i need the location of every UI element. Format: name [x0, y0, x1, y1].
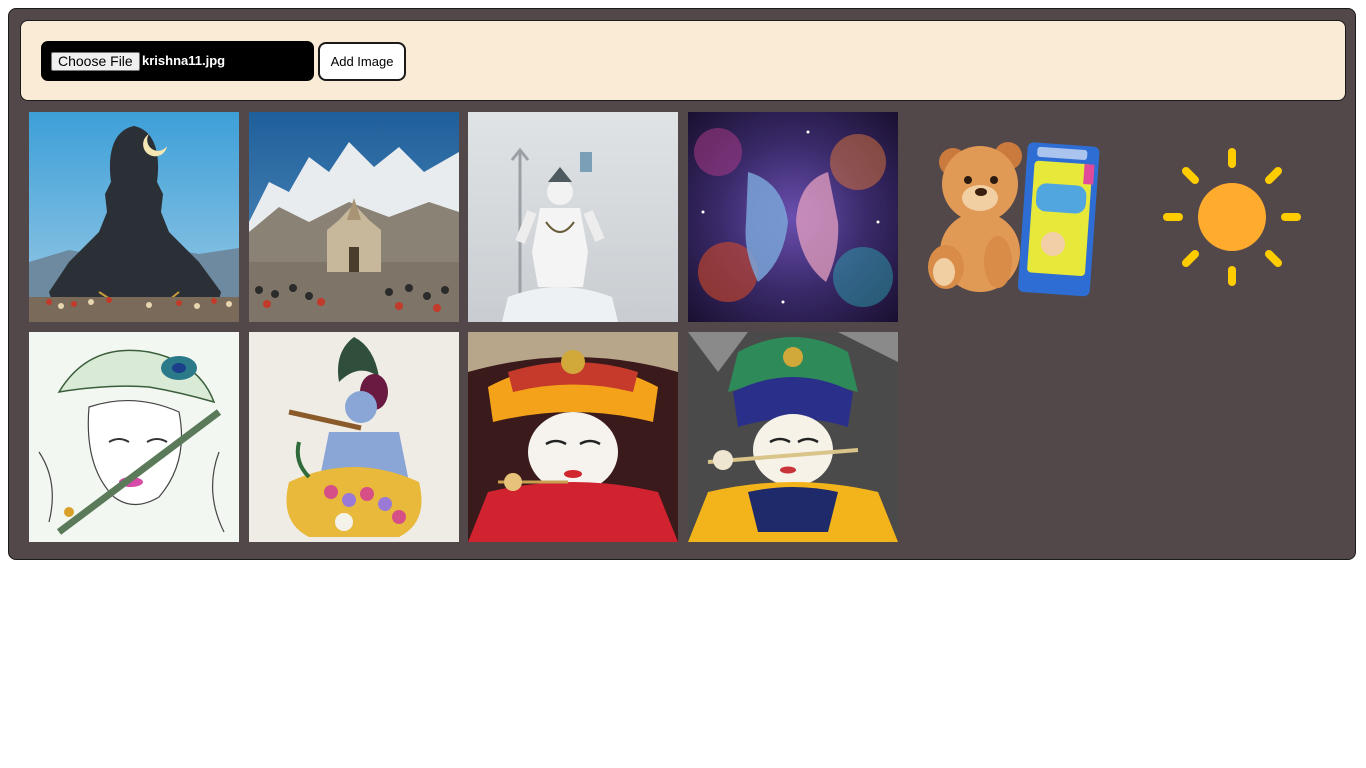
- gallery-image-krishna-idol-orange: [468, 332, 678, 542]
- gallery-image-adiyogi: [29, 112, 239, 322]
- gallery-image-krishna-painting: [249, 332, 459, 542]
- gallery-image-shiva-statue: [468, 112, 678, 322]
- gallery-image-krishna-idol-blue: [688, 332, 898, 542]
- gallery-image-teddy-and-diapers: [908, 112, 1118, 322]
- gallery-image-kedarnath: [249, 112, 459, 322]
- add-image-button[interactable]: Add Image: [318, 42, 406, 81]
- sun-icon: [1163, 148, 1301, 286]
- upload-toolbar: Choose File krishna11.jpg Add Image: [20, 20, 1346, 101]
- file-input[interactable]: Choose File krishna11.jpg: [41, 41, 314, 81]
- gallery-image-cosmic-shiva: [688, 112, 898, 322]
- gallery-image-sun: [1127, 112, 1337, 322]
- app-container: Choose File krishna11.jpg Add Image: [8, 8, 1356, 560]
- gallery-image-krishna-sketch: [29, 332, 239, 542]
- choose-file-button[interactable]: Choose File: [51, 52, 140, 71]
- selected-file-name: krishna11.jpg: [142, 53, 226, 68]
